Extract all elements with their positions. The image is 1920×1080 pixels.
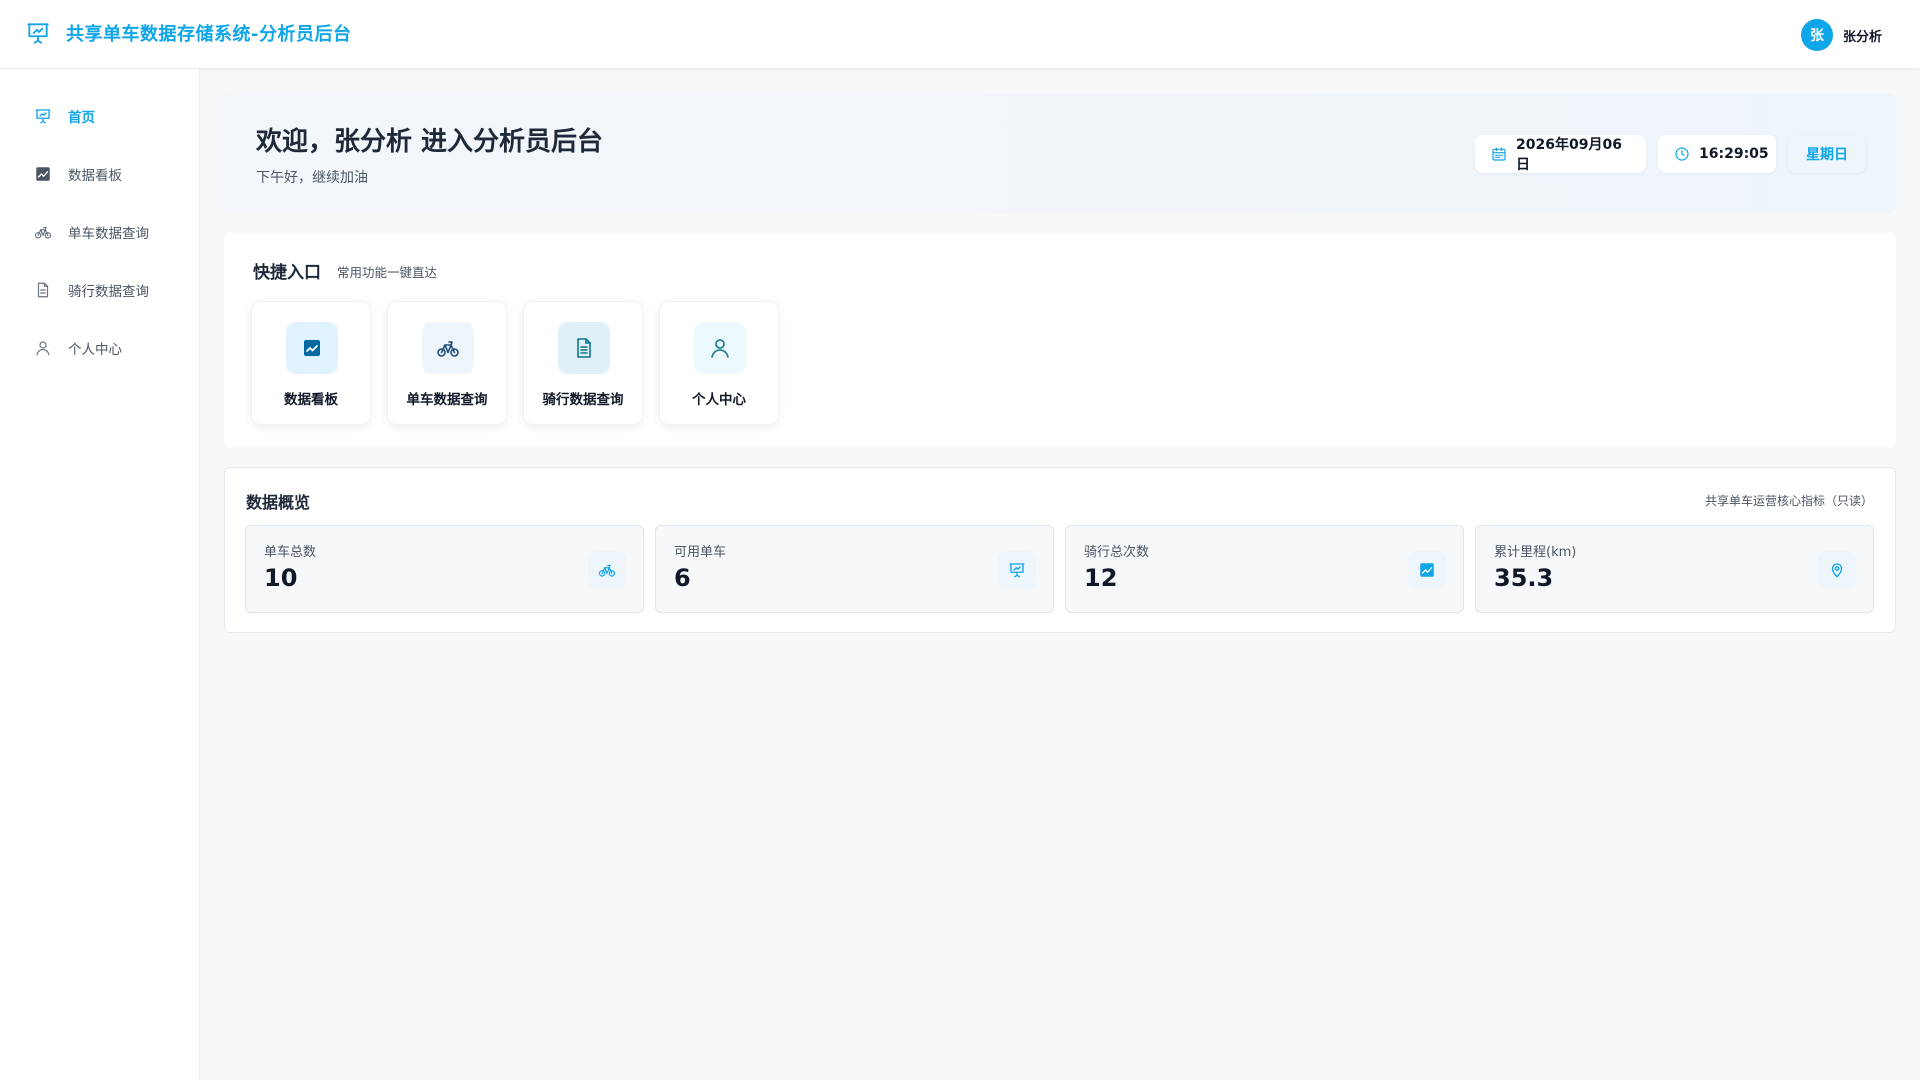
sidebar-item-label: 单车数据查询	[68, 226, 149, 242]
overview-note: 共享单车运营核心指标（只读）	[1704, 494, 1873, 508]
stat-label: 累计里程(km)	[1494, 545, 1577, 560]
avatar[interactable]: 张	[1800, 19, 1833, 51]
top-bar: 共享单车数据存储系统-分析员后台 张 张分析	[0, 0, 1920, 69]
sidebar-item-label: 首页	[68, 110, 95, 126]
user-icon	[694, 322, 746, 374]
sidebar-item-ride-query[interactable]: 骑行数据查询	[0, 268, 199, 312]
sidebar-item-dashboard[interactable]: 数据看板	[0, 152, 199, 196]
stat-value: 35.3	[1494, 564, 1554, 592]
welcome-title: 欢迎，张分析 进入分析员后台	[256, 127, 604, 157]
data-overview-panel: 数据概览 共享单车运营核心指标（只读） 单车总数 10 可用单车 6 骑行总次数…	[224, 467, 1896, 633]
stat-card-total-mileage: 累计里程(km) 35.3	[1475, 525, 1874, 613]
sidebar-item-label: 数据看板	[68, 168, 122, 184]
current-date: 2026年09月06日	[1516, 137, 1622, 173]
stat-card-available-bikes: 可用单车 6	[655, 525, 1054, 613]
bicycle-icon	[422, 322, 474, 374]
sidebar-item-label: 个人中心	[68, 342, 122, 358]
quick-item-label: 数据看板	[284, 392, 338, 408]
stat-card-total-bikes: 单车总数 10	[245, 525, 644, 613]
user-menu[interactable]: 张 张分析	[1800, 19, 1882, 51]
sidebar: 首页 数据看板 单车数据查询 骑行数据查询 个人中心	[0, 69, 200, 1080]
current-weekday: 星期日	[1806, 147, 1848, 163]
document-icon	[558, 322, 610, 374]
bicycle-icon	[34, 223, 52, 241]
app-title: 共享单车数据存储系统-分析员后台	[66, 24, 352, 45]
stat-label: 单车总数	[264, 545, 317, 560]
presentation-chart-icon	[34, 107, 52, 125]
trend-chart-icon	[1408, 551, 1446, 589]
user-icon	[34, 339, 52, 357]
overview-title: 数据概览	[246, 493, 311, 512]
sidebar-item-label: 骑行数据查询	[68, 284, 149, 300]
date-badge: 2026年09月06日	[1475, 135, 1646, 173]
quick-item-label: 个人中心	[692, 392, 746, 408]
quick-item-label: 骑行数据查询	[542, 392, 624, 408]
stat-value: 6	[674, 564, 691, 592]
quick-item-ride-query[interactable]: 骑行数据查询	[523, 301, 643, 425]
stat-value: 10	[264, 564, 298, 592]
stat-card-total-rides: 骑行总次数 12	[1065, 525, 1464, 613]
trend-chart-icon	[34, 165, 52, 183]
clock-icon	[1674, 146, 1690, 162]
quick-item-dashboard[interactable]: 数据看板	[251, 301, 371, 425]
stat-label: 可用单车	[674, 545, 727, 560]
document-icon	[34, 281, 52, 299]
sidebar-item-home[interactable]: 首页	[0, 94, 199, 138]
stat-label: 骑行总次数	[1084, 545, 1150, 560]
sidebar-item-profile[interactable]: 个人中心	[0, 326, 199, 370]
quick-item-bike-query[interactable]: 单车数据查询	[387, 301, 507, 425]
stat-value: 12	[1084, 564, 1118, 592]
welcome-banner: 欢迎，张分析 进入分析员后台 下午好，继续加油 2026年09月06日 16:2…	[224, 93, 1896, 213]
quick-access-subtitle: 常用功能一键直达	[337, 265, 438, 280]
presentation-chart-icon	[25, 20, 51, 46]
weekday-badge: 星期日	[1788, 135, 1866, 173]
trend-chart-icon	[286, 322, 338, 374]
quick-item-profile[interactable]: 个人中心	[659, 301, 779, 425]
presentation-chart-icon	[998, 551, 1036, 589]
calendar-icon	[1491, 146, 1507, 162]
bicycle-icon	[588, 551, 626, 589]
time-badge: 16:29:05	[1658, 135, 1776, 173]
quick-access-panel: 快捷入口 常用功能一键直达 数据看板 单车数据查询 骑行数据查询 个人中心	[224, 233, 1896, 447]
welcome-subtitle: 下午好，继续加油	[256, 170, 368, 186]
user-name[interactable]: 张分析	[1843, 26, 1882, 45]
location-pin-icon	[1818, 551, 1856, 589]
current-time: 16:29:05	[1699, 146, 1769, 162]
quick-item-label: 单车数据查询	[406, 392, 488, 408]
brand[interactable]: 共享单车数据存储系统-分析员后台	[25, 20, 351, 46]
quick-access-title: 快捷入口	[253, 263, 321, 283]
sidebar-item-bike-query[interactable]: 单车数据查询	[0, 210, 199, 254]
